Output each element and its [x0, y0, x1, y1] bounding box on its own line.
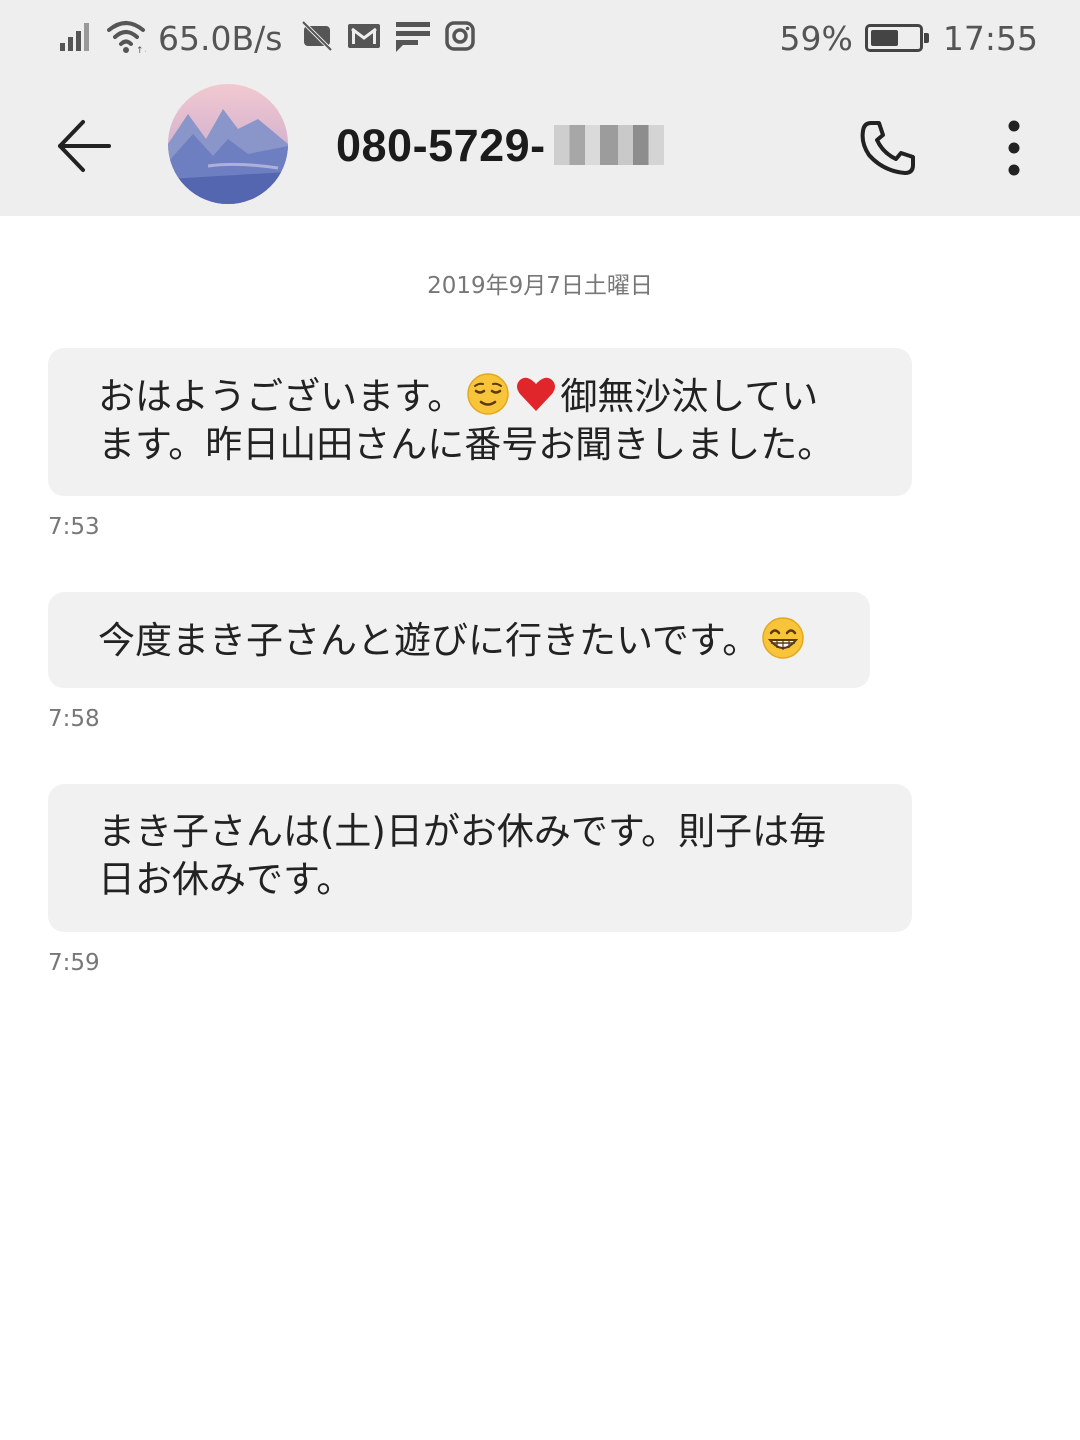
message-bubble[interactable]: 今度まき子さんと遊びに行きたいです。: [48, 592, 870, 688]
top-area: ↑↓ 65.0B/s: [0, 0, 1080, 216]
red-heart-emoji: [517, 377, 556, 411]
message-text: 御無沙汰してい: [560, 375, 819, 418]
message-bubble[interactable]: おはようございます。 御無沙汰してい ます。昨日山田さんに番号お聞きしました。: [48, 348, 912, 496]
back-arrow-icon: [58, 120, 111, 172]
grinning-face-emoji: [762, 617, 804, 659]
nfc-off-icon: [300, 19, 334, 57]
message-line: ます。昨日山田さんに番号お聞きしました。: [98, 423, 835, 466]
message-text: おはようございます。: [98, 375, 465, 418]
back-button[interactable]: [48, 110, 120, 182]
net-speed: 65.0B/s: [158, 18, 283, 58]
redacted-digits: [553, 125, 664, 165]
svg-text:↑↓: ↑↓: [136, 46, 146, 54]
call-button[interactable]: [852, 112, 924, 184]
status-left: ↑↓ 65.0B/s: [58, 16, 488, 60]
clock: 17:55: [942, 18, 1038, 58]
more-vert-icon: [1008, 120, 1020, 176]
signal-icon: [58, 19, 94, 57]
battery-icon: [864, 24, 929, 52]
battery-fill: [870, 30, 898, 46]
wifi-icon: ↑↓: [106, 18, 151, 58]
message-text: 今度まき子さんと遊びに行きたいです。: [98, 619, 760, 662]
message-time: 7:58: [48, 706, 100, 732]
relieved-face-emoji: [467, 373, 510, 415]
message-line: 今度まき子さんと遊びに行きたいです。: [98, 616, 830, 665]
message-time: 7:53: [48, 514, 100, 540]
date-separator: 2019年9月7日土曜日: [427, 273, 653, 299]
message-line: まき子さんは(土)日がお休みです。則子は毎: [98, 810, 827, 853]
app-bar: 080-5729-: [0, 76, 1080, 216]
message-bubble[interactable]: まき子さんは(土)日がお休みです。則子は毎 日お休みです。: [48, 784, 912, 932]
contact-number: 080-5729-: [336, 120, 664, 172]
more-options-button[interactable]: [982, 112, 1046, 184]
message-icon: [394, 19, 432, 57]
message-time: 7:59: [48, 950, 100, 976]
phone-icon: [860, 121, 915, 175]
battery-percent: 59%: [779, 18, 853, 58]
contact-number-text: 080-5729-: [336, 120, 546, 171]
landscape-avatar-image: [168, 84, 288, 204]
gmail-icon: [346, 21, 382, 55]
message-line: おはようございます。 御無沙汰してい: [98, 372, 872, 421]
status-right: 59% 17:55: [780, 16, 1038, 60]
instagram-icon: [444, 20, 476, 56]
contact-avatar[interactable]: [168, 84, 288, 204]
status-bar: ↑↓ 65.0B/s: [0, 0, 1080, 76]
message-line: 日お休みです。: [98, 858, 354, 901]
